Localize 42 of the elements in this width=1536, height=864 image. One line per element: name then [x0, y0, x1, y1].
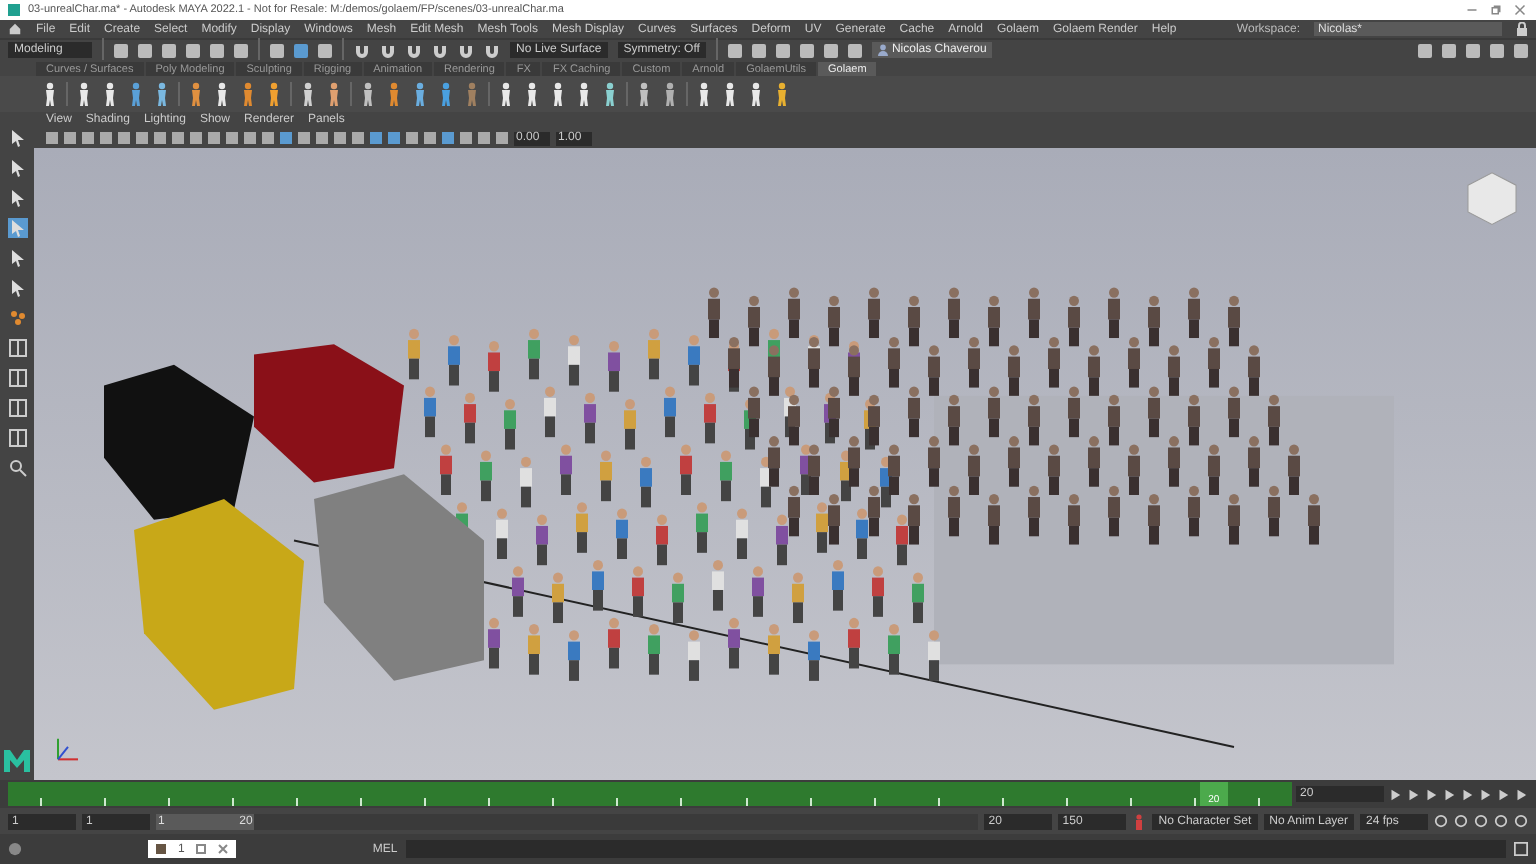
figure-tool-icon[interactable] — [264, 82, 284, 106]
play-button-icon[interactable] — [1460, 787, 1474, 801]
figure-tool-icon[interactable] — [694, 82, 714, 106]
close-icon[interactable] — [1512, 4, 1528, 16]
figure-tool-icon[interactable] — [40, 82, 60, 106]
viewport-scene[interactable] — [34, 148, 1536, 780]
figure-tool-icon[interactable] — [522, 82, 542, 106]
figure-tool-icon[interactable] — [298, 82, 318, 106]
figure-tool-icon[interactable] — [410, 82, 430, 106]
figure-tool-icon[interactable] — [74, 82, 94, 106]
figure-tool-icon[interactable] — [634, 82, 654, 106]
app-icon — [8, 4, 20, 16]
figure-tool-icon[interactable] — [600, 82, 620, 106]
figure-tool-icon[interactable] — [496, 82, 516, 106]
figure-tool-icon[interactable] — [212, 82, 232, 106]
user-icon — [877, 44, 888, 56]
figure-tool-icon[interactable] — [126, 82, 146, 106]
select-tool-icon[interactable] — [7, 128, 27, 148]
figure-tool-icon[interactable] — [436, 82, 456, 106]
script-editor-icon[interactable] — [1514, 842, 1528, 856]
search-icon[interactable] — [7, 458, 27, 478]
figure-tool-icon[interactable] — [384, 82, 404, 106]
figure-tool-icon[interactable] — [100, 82, 120, 106]
maximize-icon[interactable] — [196, 844, 207, 854]
figure-tool-icon[interactable] — [186, 82, 206, 106]
axis-icon — [57, 738, 78, 761]
sparkle-icon[interactable] — [7, 308, 27, 328]
figure-tool-icon[interactable] — [548, 82, 568, 106]
figure-tool-icon[interactable] — [772, 82, 792, 106]
figure-tool-icon[interactable] — [746, 82, 766, 106]
figure-tool-icon[interactable] — [152, 82, 172, 106]
window-icon — [156, 844, 166, 854]
restore-icon[interactable] — [1488, 4, 1504, 16]
figure-tool-icon[interactable] — [574, 82, 594, 106]
figure-tool-icon[interactable] — [238, 82, 258, 106]
figure-tool-icon[interactable] — [324, 82, 344, 106]
lock-icon[interactable] — [1516, 22, 1528, 36]
maya-logo-icon — [4, 750, 30, 772]
figure-tool-icon[interactable] — [358, 82, 378, 106]
close-icon[interactable] — [218, 844, 229, 854]
figure-tool-icon[interactable] — [720, 82, 740, 106]
figure-tool-icon[interactable] — [660, 82, 680, 106]
